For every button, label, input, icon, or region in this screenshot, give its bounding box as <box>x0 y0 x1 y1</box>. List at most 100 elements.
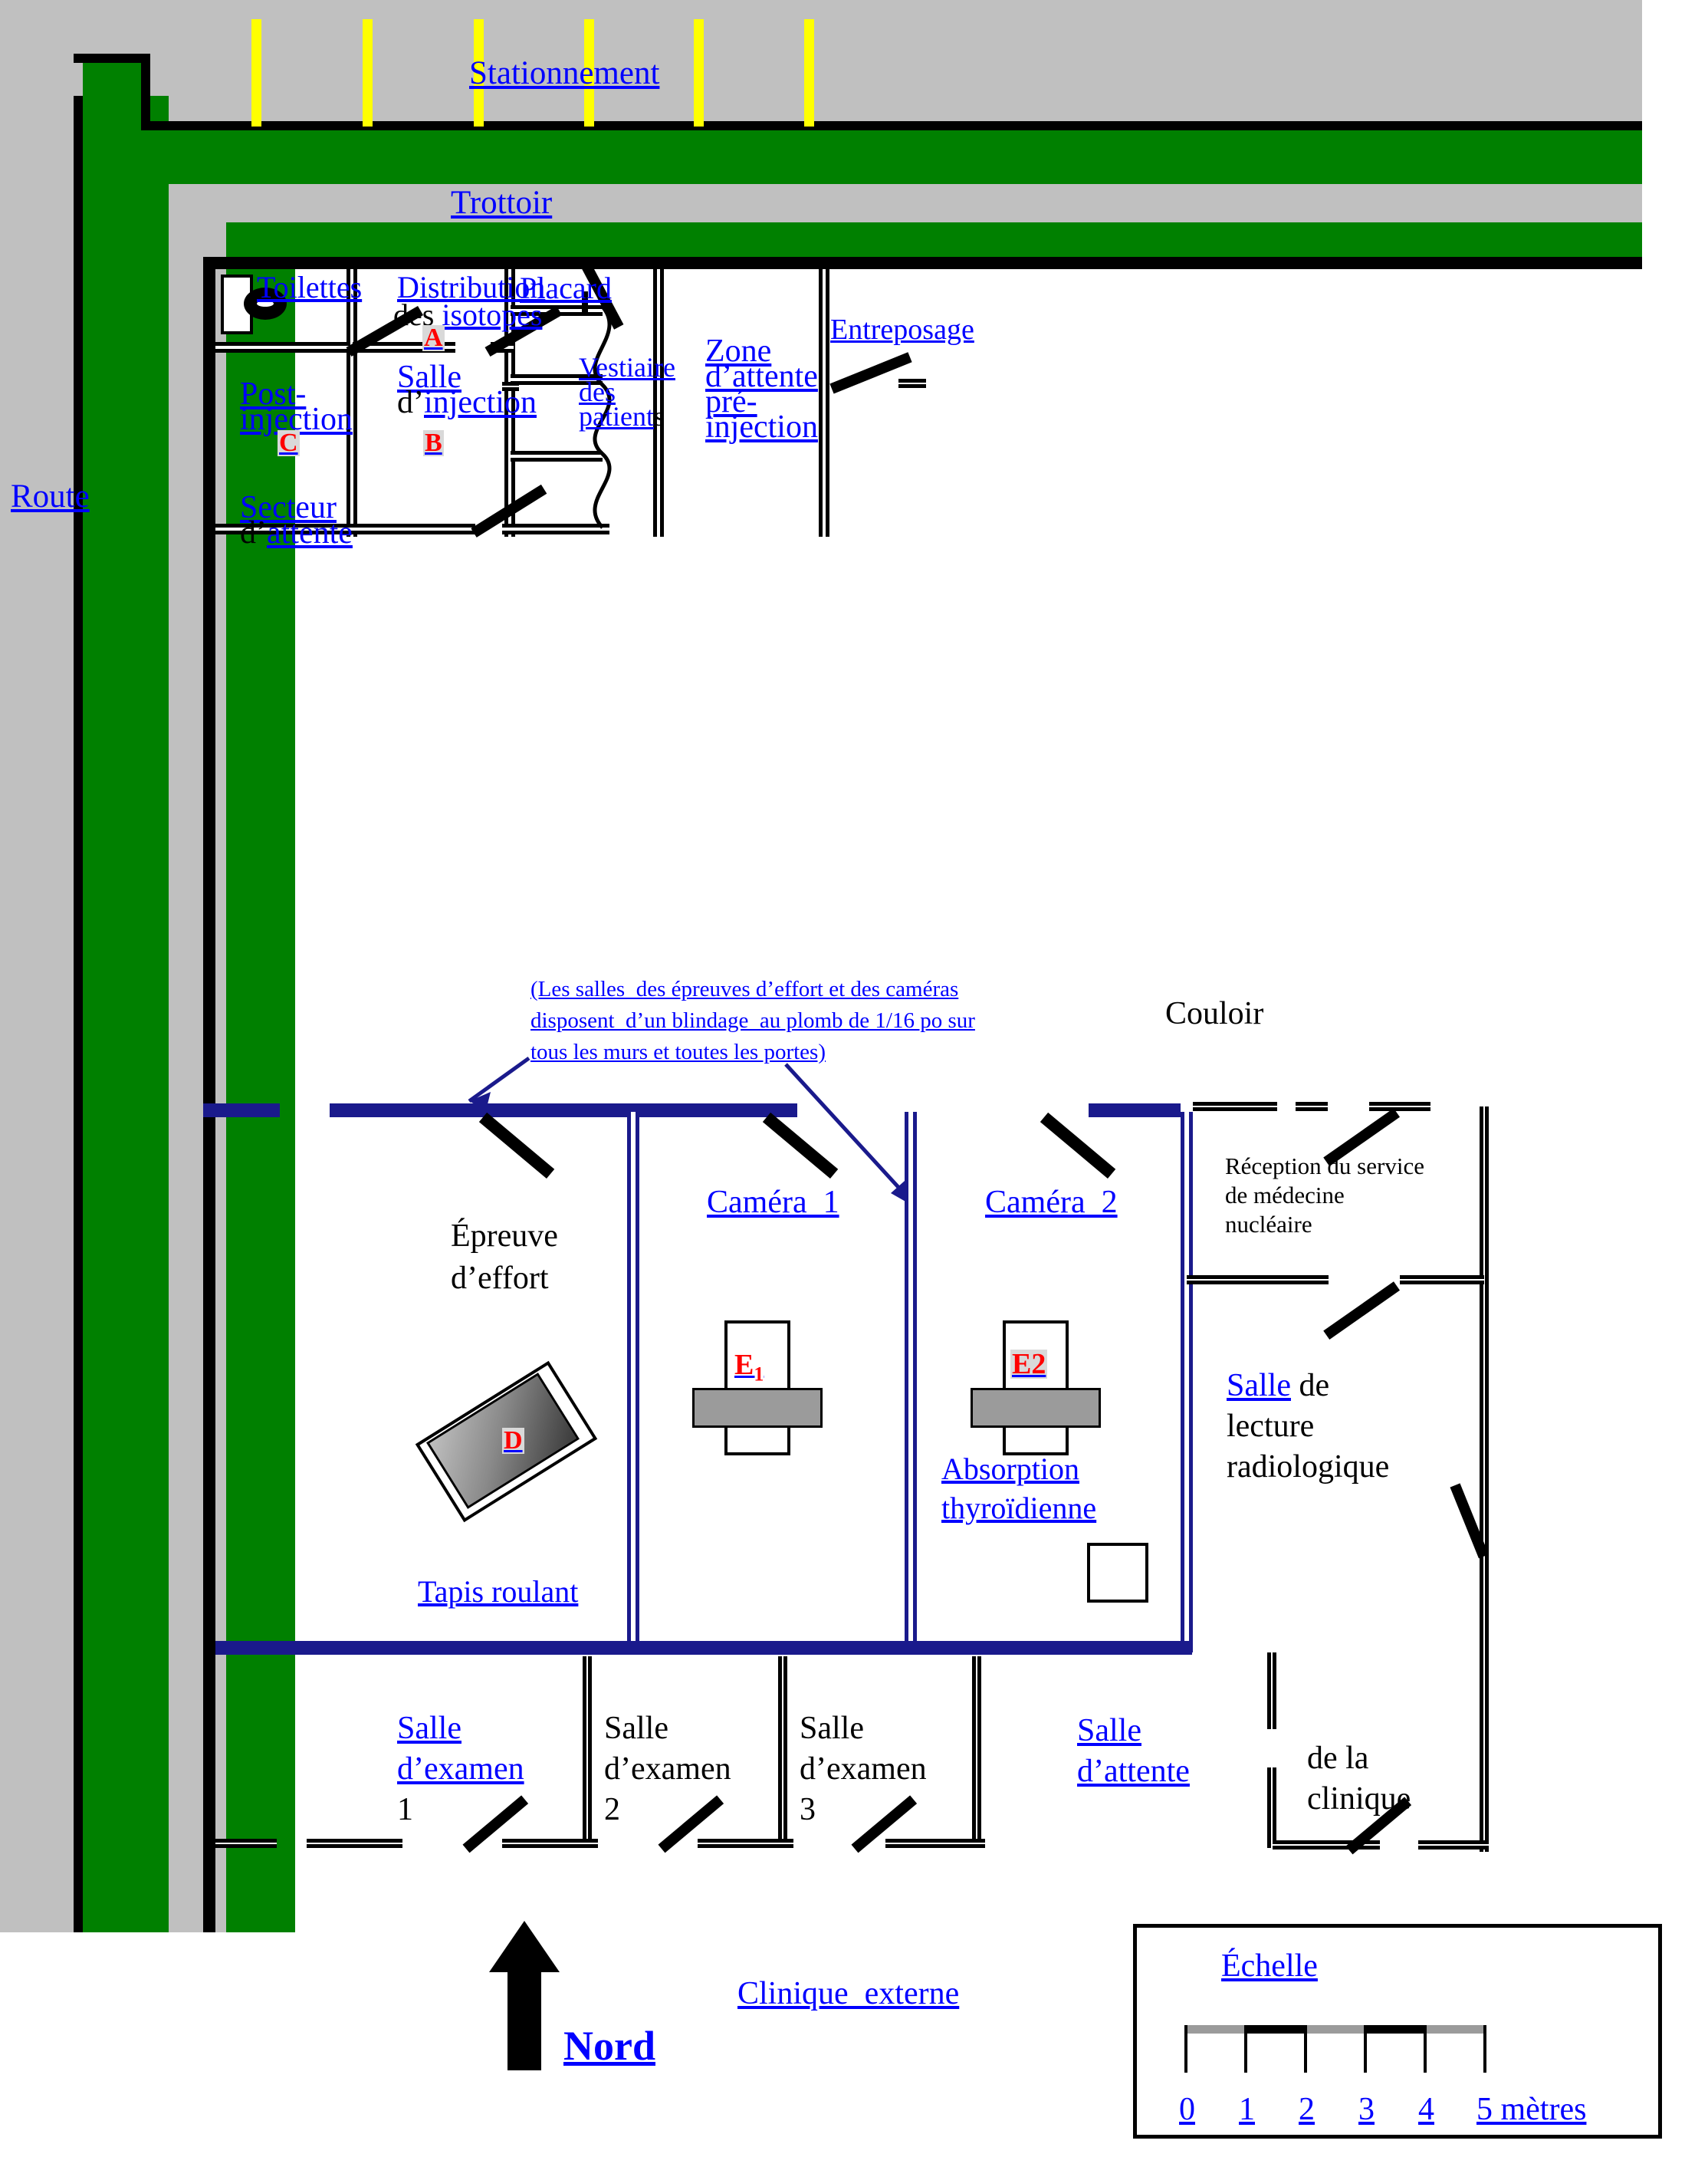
partition-h-lecture-jamb <box>1400 1275 1484 1284</box>
leader-line-left <box>468 1056 530 1103</box>
tag-d: D <box>502 1426 524 1455</box>
shielded-wall-v-effort-cam1 <box>627 1112 639 1652</box>
room-label-salle-lecture-l1: Salle de <box>1227 1369 1329 1403</box>
scale-tick-label-0: 0 <box>1179 2092 1195 2127</box>
partition-v-attente-entreposage <box>819 269 829 537</box>
scale-tick-2 <box>1304 2025 1307 2073</box>
room-label-vestiaire-l3: patients <box>579 402 665 431</box>
shielding-note-line1: (Les salles des épreuves d’effort et des… <box>530 977 959 1001</box>
exterior-wall-bottom-seg4 <box>698 1839 793 1848</box>
partition-h-reception-nuc-top <box>1193 1102 1277 1111</box>
partition-h-vestiaire-bottom <box>502 524 609 534</box>
scale-segment-3-4 <box>1364 2025 1424 2034</box>
camera-1-gantry <box>692 1388 823 1428</box>
shielding-note-line3: tous les murs et toutes les portes) <box>530 1040 826 1064</box>
road-surface <box>0 0 74 1932</box>
shielded-wall-top-cam3 <box>659 1103 797 1117</box>
thyroid-probe-cabinet <box>1087 1543 1148 1603</box>
room-label-salle-examen-3-num: 3 <box>800 1792 816 1827</box>
vestiaire-patients-text: patient <box>579 401 654 432</box>
partition-v-attente-reception-upper <box>1267 1652 1276 1729</box>
room-label-salle-examen-1-num: 1 <box>397 1792 413 1827</box>
scale-segment-2-3 <box>1304 2025 1364 2034</box>
room-label-epreuve-effort-l2: d’effort <box>451 1261 549 1296</box>
clinic-zone-label: Clinique externe <box>737 1976 960 2011</box>
scale-tick-label-4: 4 <box>1418 2092 1434 2127</box>
partition-v-attente-reception-lower <box>1267 1767 1276 1848</box>
scale-tick-label-5: 5 mètres <box>1476 2092 1587 2127</box>
grass-inner-left <box>226 222 295 1932</box>
scale-tick-label-3: 3 <box>1358 2092 1375 2127</box>
secteur-apostrophe-text: d’ <box>240 515 267 551</box>
scale-tick-3 <box>1364 2025 1367 2073</box>
injection-word-text: injection <box>424 385 537 420</box>
room-label-camera-1: Caméra 1 <box>707 1185 839 1220</box>
exterior-wall-bottom-seg5 <box>885 1839 985 1848</box>
north-arrow-icon <box>489 1921 560 2070</box>
equipment-label-absorption-l1: Absorption <box>941 1452 1079 1486</box>
door-salle-lecture-top <box>1323 1281 1401 1340</box>
partition-h-toilettes-postinjection <box>215 342 350 353</box>
partition-v-right-wing <box>1480 1106 1489 1490</box>
room-label-salle-attente-l1: Salle <box>1077 1713 1141 1748</box>
room-label-salle-attente-l2: d’attente <box>1077 1754 1190 1789</box>
scale-legend: Échelle 0 1 2 3 4 5 mètres <box>1133 1924 1662 2139</box>
room-label-salle-injection-l2: d’injection <box>397 386 537 420</box>
camera-2-gantry <box>971 1388 1101 1428</box>
opening-entreposage <box>898 379 926 388</box>
room-label-epreuve-effort-l1: Épreuve <box>451 1218 558 1254</box>
exterior-wall-bottom-seg2 <box>307 1839 402 1848</box>
exterior-wall-top <box>203 257 1642 269</box>
partition-v-lecture-lower <box>1480 1488 1489 1652</box>
equipment-label-tapis-roulant: Tapis roulant <box>418 1574 579 1609</box>
scale-tick-label-1: 1 <box>1239 2092 1255 2127</box>
shielded-wall-top-cam2 <box>512 1103 665 1117</box>
shielding-note-line2: disposent d’un blindage au plomb de 1/16… <box>530 1008 975 1033</box>
partition-v-exam3-attente <box>972 1656 981 1842</box>
scale-tick-4 <box>1424 2025 1427 2073</box>
exterior-wall-right-bottom <box>1480 1652 1489 1852</box>
scale-tick-5 <box>1483 2025 1486 2073</box>
room-label-salle-examen-1-l1: Salle <box>397 1711 461 1746</box>
room-label-reception-nucleaire-l3: nucléaire <box>1225 1211 1312 1238</box>
room-label-reception-clinique-l3: clinique <box>1307 1781 1411 1817</box>
tag-e2: E2 <box>1010 1348 1048 1380</box>
exterior-wall-bottom-seg7 <box>1418 1840 1489 1850</box>
door-camera-1 <box>762 1112 839 1179</box>
room-label-zone-attente-l4: injection <box>705 409 818 445</box>
parking-stripe <box>694 19 704 127</box>
exterior-wall-left <box>203 257 215 1932</box>
partition-h-reception-nuc-top2 <box>1296 1102 1328 1111</box>
room-label-salle-examen-3-l2: d’examen <box>800 1751 927 1787</box>
tag-c: C <box>278 429 300 457</box>
door-camera-2 <box>1040 1112 1116 1179</box>
tag-e1-letter: E <box>734 1349 754 1381</box>
parking-label: Stationnement <box>469 55 660 91</box>
scale-tick-0 <box>1184 2025 1187 2073</box>
north-label: Nord <box>563 2023 655 2069</box>
parking-stripe <box>251 19 261 127</box>
room-label-reception-nucleaire-l1: Réception du service <box>1225 1152 1424 1179</box>
tag-a: A <box>422 324 445 352</box>
room-label-reception-clinique-l2: de la <box>1307 1741 1369 1776</box>
partition-h-corridor-right <box>1369 1102 1430 1111</box>
room-label-camera-2: Caméra 2 <box>985 1185 1118 1220</box>
exterior-wall-bottom-seg1 <box>215 1839 277 1848</box>
salle-lecture-salle-word: Salle <box>1227 1368 1291 1403</box>
scale-segment-1-2 <box>1244 2025 1304 2034</box>
sidewalk-top <box>169 184 1642 222</box>
tag-b: B <box>423 429 444 457</box>
room-label-secteur-attente-l2: d’attente <box>240 516 353 551</box>
grass-outer-left <box>83 96 169 1932</box>
sidewalk-left <box>169 184 226 1932</box>
road-label: Route <box>11 478 90 515</box>
shielded-wall-bottom-left <box>215 1641 361 1655</box>
sidewalk-label: Trottoir <box>451 185 553 221</box>
room-label-reception-nucleaire-l2: de médecine <box>1225 1182 1345 1208</box>
partition-h-vestiaire-2 <box>511 451 603 462</box>
equipment-label-absorption-l2: thyroïdienne <box>941 1491 1097 1525</box>
secteur-attente-word: attente <box>267 515 353 551</box>
road-edge-line <box>74 96 83 1932</box>
grass-inner-top <box>226 222 1642 257</box>
floor-plan-canvas: Stationnement Trottoir Route Toilettes D… <box>0 0 1708 2157</box>
